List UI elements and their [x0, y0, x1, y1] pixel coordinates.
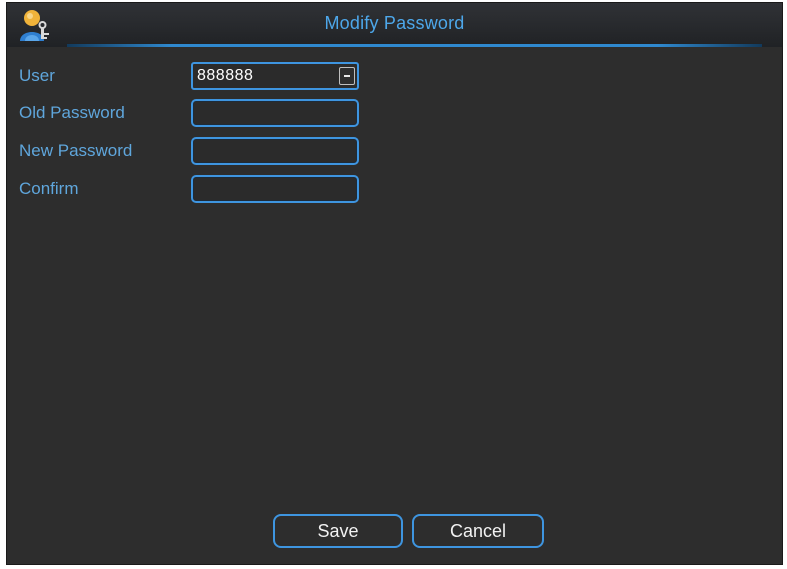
new-password-label: New Password [19, 141, 133, 160]
modify-password-dialog: Modify Password User 888888 Old Password… [6, 2, 783, 565]
window-title: Modify Password [324, 13, 465, 33]
old-password-field[interactable] [191, 99, 359, 127]
cancel-button[interactable]: Cancel [412, 514, 544, 548]
confirm-label: Confirm [19, 179, 79, 198]
dropdown-icon[interactable] [339, 67, 355, 85]
confirm-field[interactable] [191, 175, 359, 203]
title-underline [67, 44, 762, 47]
new-password-field[interactable] [191, 137, 359, 165]
old-password-label: Old Password [19, 103, 125, 122]
user-select[interactable]: 888888 [191, 62, 359, 90]
title-bar: Modify Password [7, 3, 782, 47]
save-button[interactable]: Save [273, 514, 403, 548]
user-select-value: 888888 [197, 67, 254, 84]
user-label: User [19, 66, 55, 85]
